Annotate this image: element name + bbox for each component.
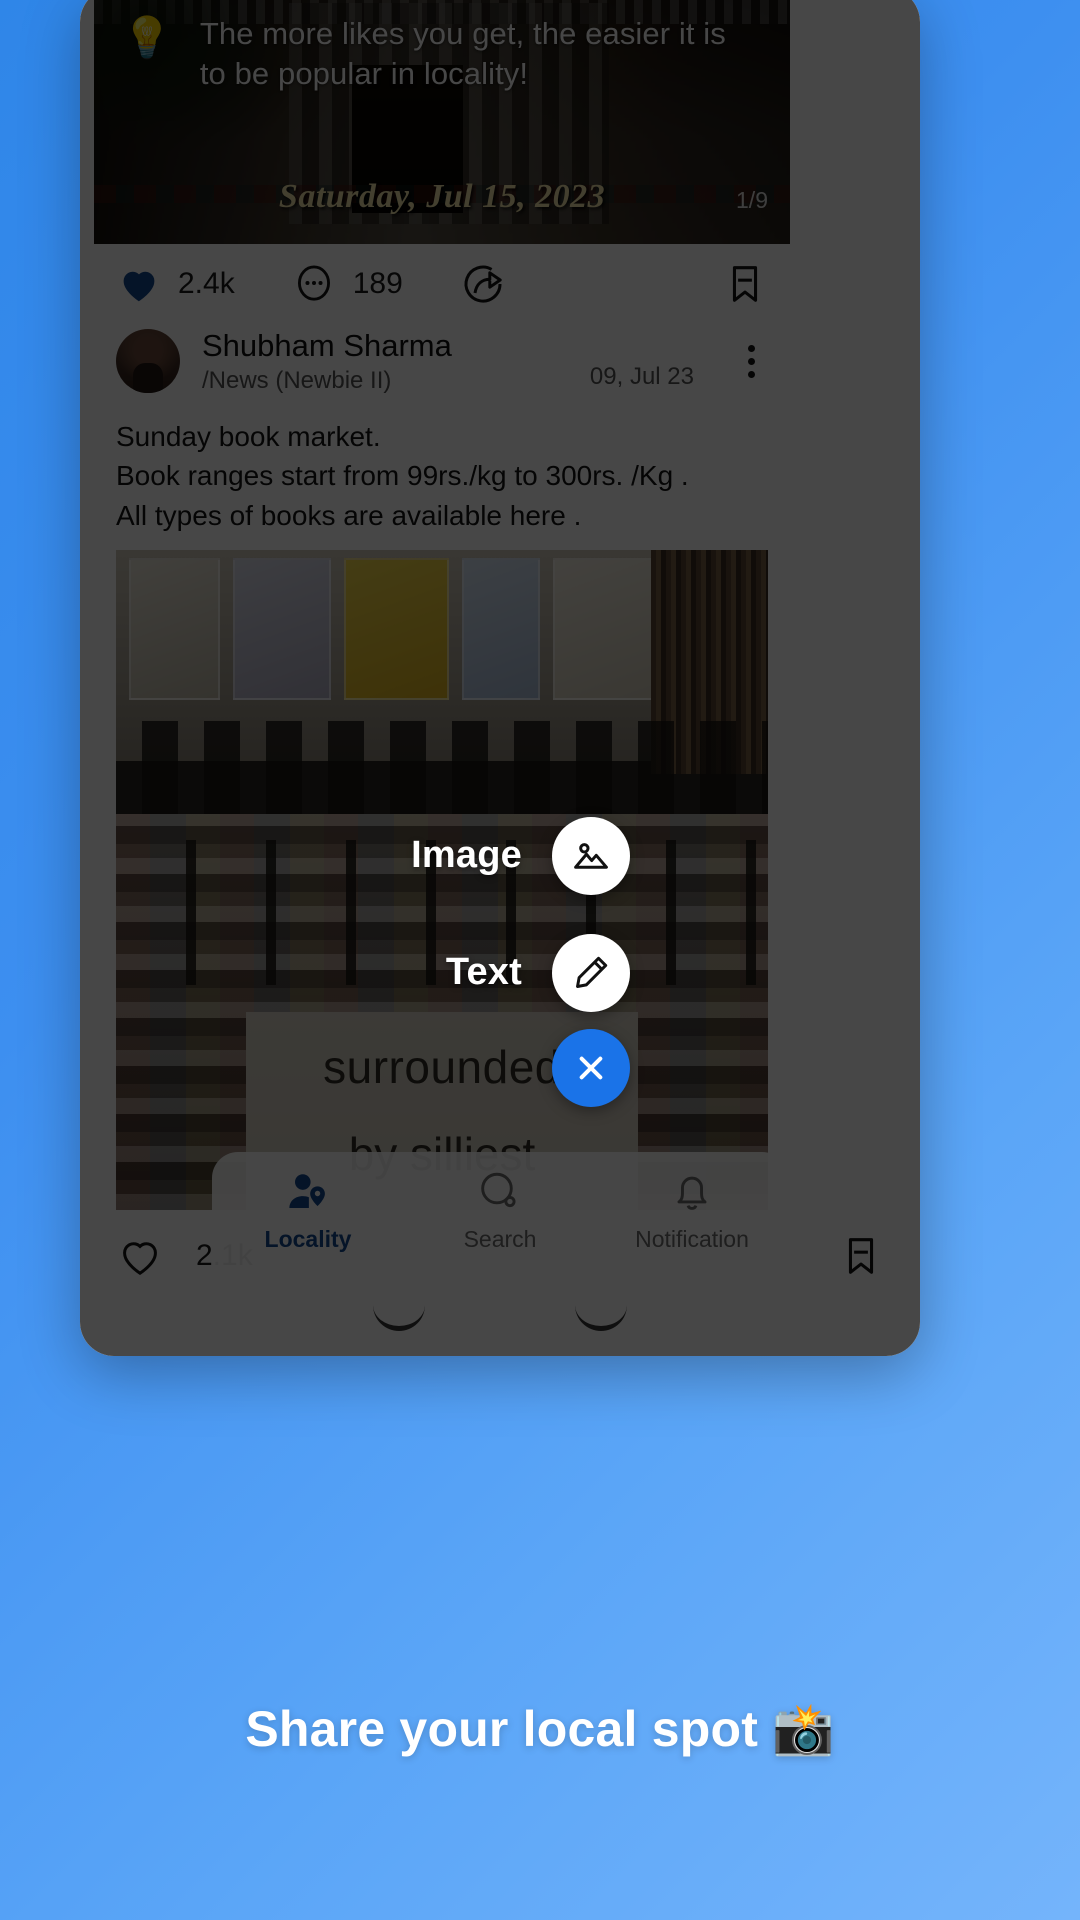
bell-icon xyxy=(677,1176,707,1210)
kebab-menu-icon[interactable] xyxy=(734,344,768,378)
bookmark-button-post-two[interactable] xyxy=(838,1233,884,1279)
poster xyxy=(233,557,332,701)
fab-close-button[interactable] xyxy=(552,1029,630,1107)
nav-label-locality: Locality xyxy=(264,1226,352,1252)
poster xyxy=(552,557,658,701)
comment-dots-icon xyxy=(297,265,330,301)
feed-list[interactable]: 💡 The more likes you get, the easier it … xyxy=(80,0,920,1356)
close-icon xyxy=(579,1056,603,1080)
fab-label-image: Image xyxy=(411,834,522,876)
post-one-action-bar: 2.4k 189 xyxy=(94,246,790,322)
post-two-user-info: Shubham Sharma /News (Newbie II) xyxy=(202,328,556,395)
kebab-dot xyxy=(747,357,755,365)
share-arrow-icon xyxy=(464,265,502,303)
hero-date-overlay: Saturday, Jul 15, 2023 xyxy=(278,178,606,215)
nav-item-locality[interactable]: Locality xyxy=(212,1166,404,1253)
heart-filled-icon xyxy=(123,271,155,302)
fab-text-button[interactable] xyxy=(552,933,630,1012)
comment-count: 189 xyxy=(352,267,403,300)
system-nav-hint xyxy=(575,1305,627,1331)
nav-label-search: Search xyxy=(463,1226,537,1252)
person-pin-icon xyxy=(289,1174,325,1209)
phone-mockup: 💡 The more likes you get, the easier it … xyxy=(80,0,920,1356)
promo-caption: Share your local spot 📸 xyxy=(245,1701,835,1757)
tip-text: The more likes you get, the easier it is… xyxy=(199,16,726,91)
post-two-image[interactable]: surrounded by silliest xyxy=(116,549,768,1210)
post-two[interactable]: Shubham Sharma /News (Newbie II) 09, Jul… xyxy=(94,322,790,1210)
market-crowd xyxy=(116,721,768,828)
like-count: 2.4k xyxy=(178,267,235,300)
nav-item-notification[interactable]: Notification xyxy=(596,1166,788,1253)
avatar[interactable] xyxy=(116,329,180,394)
post-date: 09, Jul 23 xyxy=(589,362,694,390)
tip-banner: 💡 The more likes you get, the easier it … xyxy=(122,14,746,93)
bookmark-icon xyxy=(732,266,758,302)
post-body-text: Sunday book market. Book ranges start fr… xyxy=(116,420,689,532)
image-counter: 1/9 xyxy=(736,187,768,213)
app-screen: 💡 The more likes you get, the easier it … xyxy=(80,0,920,1356)
kebab-dot xyxy=(747,344,755,352)
community-label[interactable]: /News (Newbie II) xyxy=(202,367,556,395)
comment-button[interactable]: 189 xyxy=(291,261,403,307)
fab-text-row[interactable]: Text xyxy=(152,933,630,1012)
kebab-dot xyxy=(747,370,755,378)
heart-outline-icon xyxy=(123,1242,157,1275)
image-icon xyxy=(574,842,608,869)
fab-image-row[interactable]: Image xyxy=(152,816,630,895)
nav-label-notification: Notification xyxy=(635,1226,749,1252)
post-two-header[interactable]: Shubham Sharma /News (Newbie II) 09, Jul… xyxy=(94,322,790,395)
poster xyxy=(129,557,221,701)
post-one-image[interactable]: 💡 The more likes you get, the easier it … xyxy=(94,0,790,244)
system-gesture-bar xyxy=(80,1288,920,1348)
bottom-navigation[interactable]: Locality Search Notification xyxy=(212,1152,788,1284)
nav-item-search[interactable]: Search xyxy=(404,1166,596,1253)
search-icon xyxy=(481,1172,516,1208)
fab-image-button[interactable] xyxy=(552,816,630,895)
bookmark-button[interactable] xyxy=(722,261,768,307)
fab-label-text: Text xyxy=(445,951,522,993)
like-button[interactable]: 2.4k xyxy=(116,261,235,307)
pencil-icon xyxy=(576,956,608,988)
poster xyxy=(344,557,449,701)
system-nav-hint xyxy=(373,1305,425,1331)
share-button[interactable] xyxy=(459,260,507,308)
bookmark-icon xyxy=(848,1238,874,1274)
username[interactable]: Shubham Sharma xyxy=(202,328,556,364)
poster xyxy=(461,557,540,701)
lightbulb-icon: 💡 xyxy=(122,16,172,60)
